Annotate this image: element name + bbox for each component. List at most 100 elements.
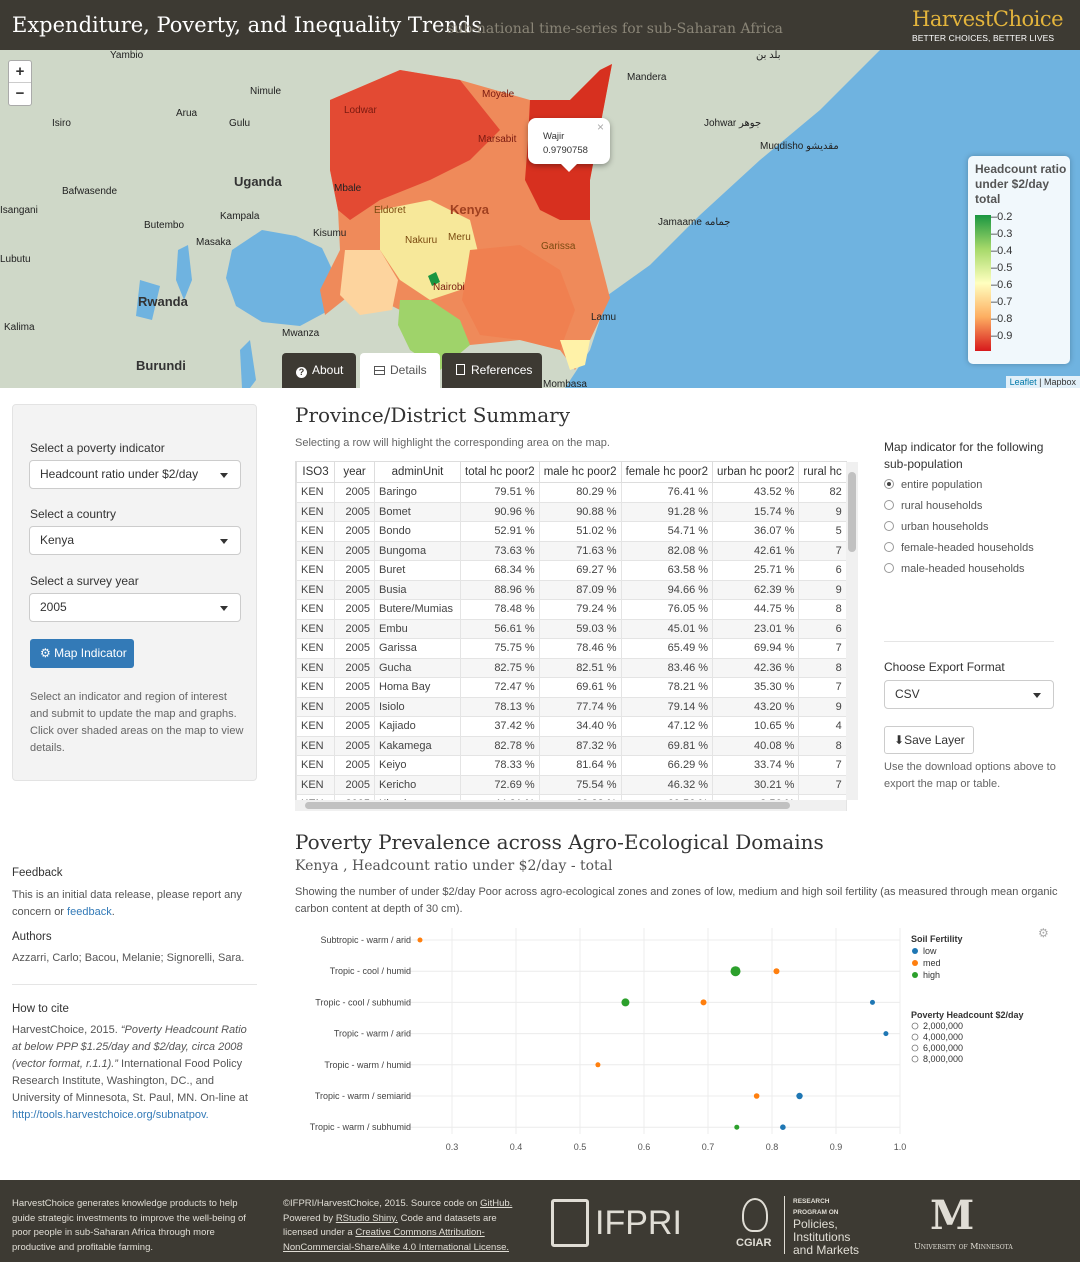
choropleth-map[interactable]: Yambio Nimule Arua Gulu Isiro Lodwar Moy… [0,50,1080,388]
data-point-med[interactable] [417,937,423,943]
column-header[interactable]: adminUnit [374,461,461,483]
table-cell: 78.48 % [460,599,540,620]
data-point-high[interactable] [730,966,741,977]
radio-male-headed[interactable]: male-headed households [884,563,1025,575]
table-row[interactable]: KEN 2005 Garissa 75.75 % 78.46 % 65.49 % 69.94… [296,638,847,659]
radio-rural-households[interactable]: rural households [884,500,982,512]
column-header[interactable]: rural hc [798,461,847,483]
table-cell: 43.20 % [712,696,800,717]
tab-references[interactable]: References [442,353,542,388]
table-row[interactable]: KEN 2005 Baringo 79.51 % 80.29 % 76.41 % 43.52… [296,482,847,503]
table-cell: 72.69 % [460,774,540,795]
table-cell: 82 [798,482,847,503]
table-row[interactable]: KEN 2005 Kakamega 82.78 % 87.32 % 69.81 % 40.0… [296,735,847,756]
column-header[interactable]: female hc poor2 [620,461,714,483]
column-header[interactable]: year [334,461,375,483]
scrollbar-thumb[interactable] [848,472,856,552]
data-point-low[interactable] [780,1124,786,1130]
data-point-low[interactable] [796,1092,803,1100]
table-cell: KEN [296,716,335,737]
data-point-med[interactable] [595,1062,601,1068]
radio-female-headed[interactable]: female-headed households [884,542,1034,554]
year-select[interactable]: 2005 [29,593,241,622]
table-cell: 2005 [334,696,375,717]
tab-about[interactable]: ? About [282,353,356,388]
table-horizontal-scrollbar[interactable] [295,800,846,811]
radio-button[interactable] [884,542,894,552]
table-cell: 54.71 % [620,521,714,542]
export-format-select[interactable]: CSV [884,680,1054,709]
table-cell: 37.42 % [460,716,540,737]
column-header[interactable]: male hc poor2 [538,461,622,483]
save-layer-button[interactable]: ⬇Save Layer [884,726,974,754]
close-icon[interactable]: × [597,120,604,134]
data-point-med[interactable] [700,999,707,1006]
table-row[interactable]: KEN 2005 Keiyo 78.33 % 81.64 % 66.29 % 33.74 %… [296,755,847,776]
table-cell: 2005 [334,774,375,795]
rstudio-shiny-link[interactable]: RStudio Shiny. [336,1213,398,1224]
feedback-title: Feedback [12,867,63,879]
table-row[interactable]: KEN 2005 Isiolo 78.13 % 77.74 % 79.14 % 43.20 … [296,696,847,717]
data-point-low[interactable] [869,999,875,1005]
table-row[interactable]: KEN 2005 Butere/Mumias 78.48 % 79.24 % 76.05 … [296,599,847,620]
radio-button[interactable] [884,521,894,531]
y-tick-label: Tropic - warm / humid [324,1060,411,1070]
umn-logo[interactable]: M University of Minnesota [912,1194,1024,1254]
scrollbar-thumb[interactable] [305,802,790,809]
table-row[interactable]: KEN 2005 Buret 68.34 % 69.27 % 63.58 % 25.71 %… [296,560,847,581]
table-cell: 7 [798,677,847,698]
data-point-high[interactable] [734,1124,740,1130]
lake-tanganyika [240,340,256,388]
table-row[interactable]: KEN 2005 Kericho 72.69 % 75.54 % 46.32 % 30.21… [296,774,847,795]
harvestchoice-logo[interactable]: HarvestChoice [912,7,1064,31]
chart-settings-icon[interactable]: ⚙ [1038,926,1049,940]
radio-entire-population[interactable]: entire population [884,479,982,491]
zoom-in-button[interactable]: + [9,61,31,83]
table-cell: Isiolo [374,696,461,717]
table-row[interactable]: KEN 2005 Bomet 90.96 % 90.88 % 91.28 % 15.74 %… [296,501,847,522]
tab-details[interactable]: Details [360,353,440,388]
table-cell: 81.64 % [538,755,622,776]
feedback-link[interactable]: feedback [67,906,112,918]
indicator-select[interactable]: Headcount ratio under $2/day [29,460,241,489]
popup-tip [561,164,577,172]
data-point-high[interactable] [621,998,630,1007]
map-label: Eldoret [374,205,406,216]
x-tick-label: 0.4 [510,1142,523,1152]
radio-button[interactable] [884,563,894,573]
table-cell: 7 [798,774,847,795]
radio-button-selected[interactable] [884,479,894,489]
table-row[interactable]: KEN 2005 Bondo 52.91 % 51.02 % 54.71 % 36.07 %… [296,521,847,542]
legend-title-color: Soil Fertility [911,934,963,944]
column-header[interactable]: ISO3 [296,461,335,483]
leaflet-link[interactable]: Leaflet [1010,377,1037,387]
table-cell: 9 [798,579,847,600]
pim-logo[interactable]: RESEARCH PROGRAM ON Policies, Institutio… [784,1196,859,1257]
map-indicator-button[interactable]: ⚙ Map Indicator [30,639,134,668]
table-row[interactable]: KEN 2005 Homa Bay 72.47 % 69.61 % 78.21 % 35.3… [296,677,847,698]
table-row[interactable]: KEN 2005 Embu 56.61 % 59.03 % 45.01 % 23.01 % 6 [296,618,847,639]
table-row[interactable]: KEN 2005 Kajiado 37.42 % 34.40 % 47.12 % 10.65… [296,716,847,737]
country-select[interactable]: Kenya [29,526,241,555]
cgiar-logo[interactable]: CGIAR [730,1196,782,1256]
radio-button[interactable] [884,500,894,510]
cite-link[interactable]: http://tools.harvestchoice.org/subnatpov… [12,1109,209,1121]
zoom-out-button[interactable]: − [9,83,31,105]
column-header[interactable]: urban hc poor2 [712,461,800,483]
wheat-icon [742,1198,768,1232]
data-point-low[interactable] [883,1031,889,1037]
legend-color-ramp [975,215,991,351]
y-tick-label: Tropic - warm / arid [334,1029,411,1039]
x-tick-label: 1.0 [894,1142,907,1152]
table-row[interactable]: KEN 2005 Busia 88.96 % 87.09 % 94.66 % 62.39 %… [296,579,847,600]
table-vertical-scrollbar[interactable] [846,462,858,800]
prevalence-subtitle: Kenya , Headcount ratio under $2/day - t… [295,858,613,874]
radio-urban-households[interactable]: urban households [884,521,988,533]
data-point-med[interactable] [753,1093,760,1099]
column-header[interactable]: total hc poor2 [460,461,540,483]
data-point-med[interactable] [773,968,780,975]
table-row[interactable]: KEN 2005 Gucha 82.75 % 82.51 % 83.46 % 42.36 %… [296,657,847,678]
github-link[interactable]: GitHub. [480,1198,512,1209]
ifpri-logo[interactable]: IFPRI [551,1196,691,1252]
table-row[interactable]: KEN 2005 Bungoma 73.63 % 71.63 % 82.08 % 42.61… [296,540,847,561]
